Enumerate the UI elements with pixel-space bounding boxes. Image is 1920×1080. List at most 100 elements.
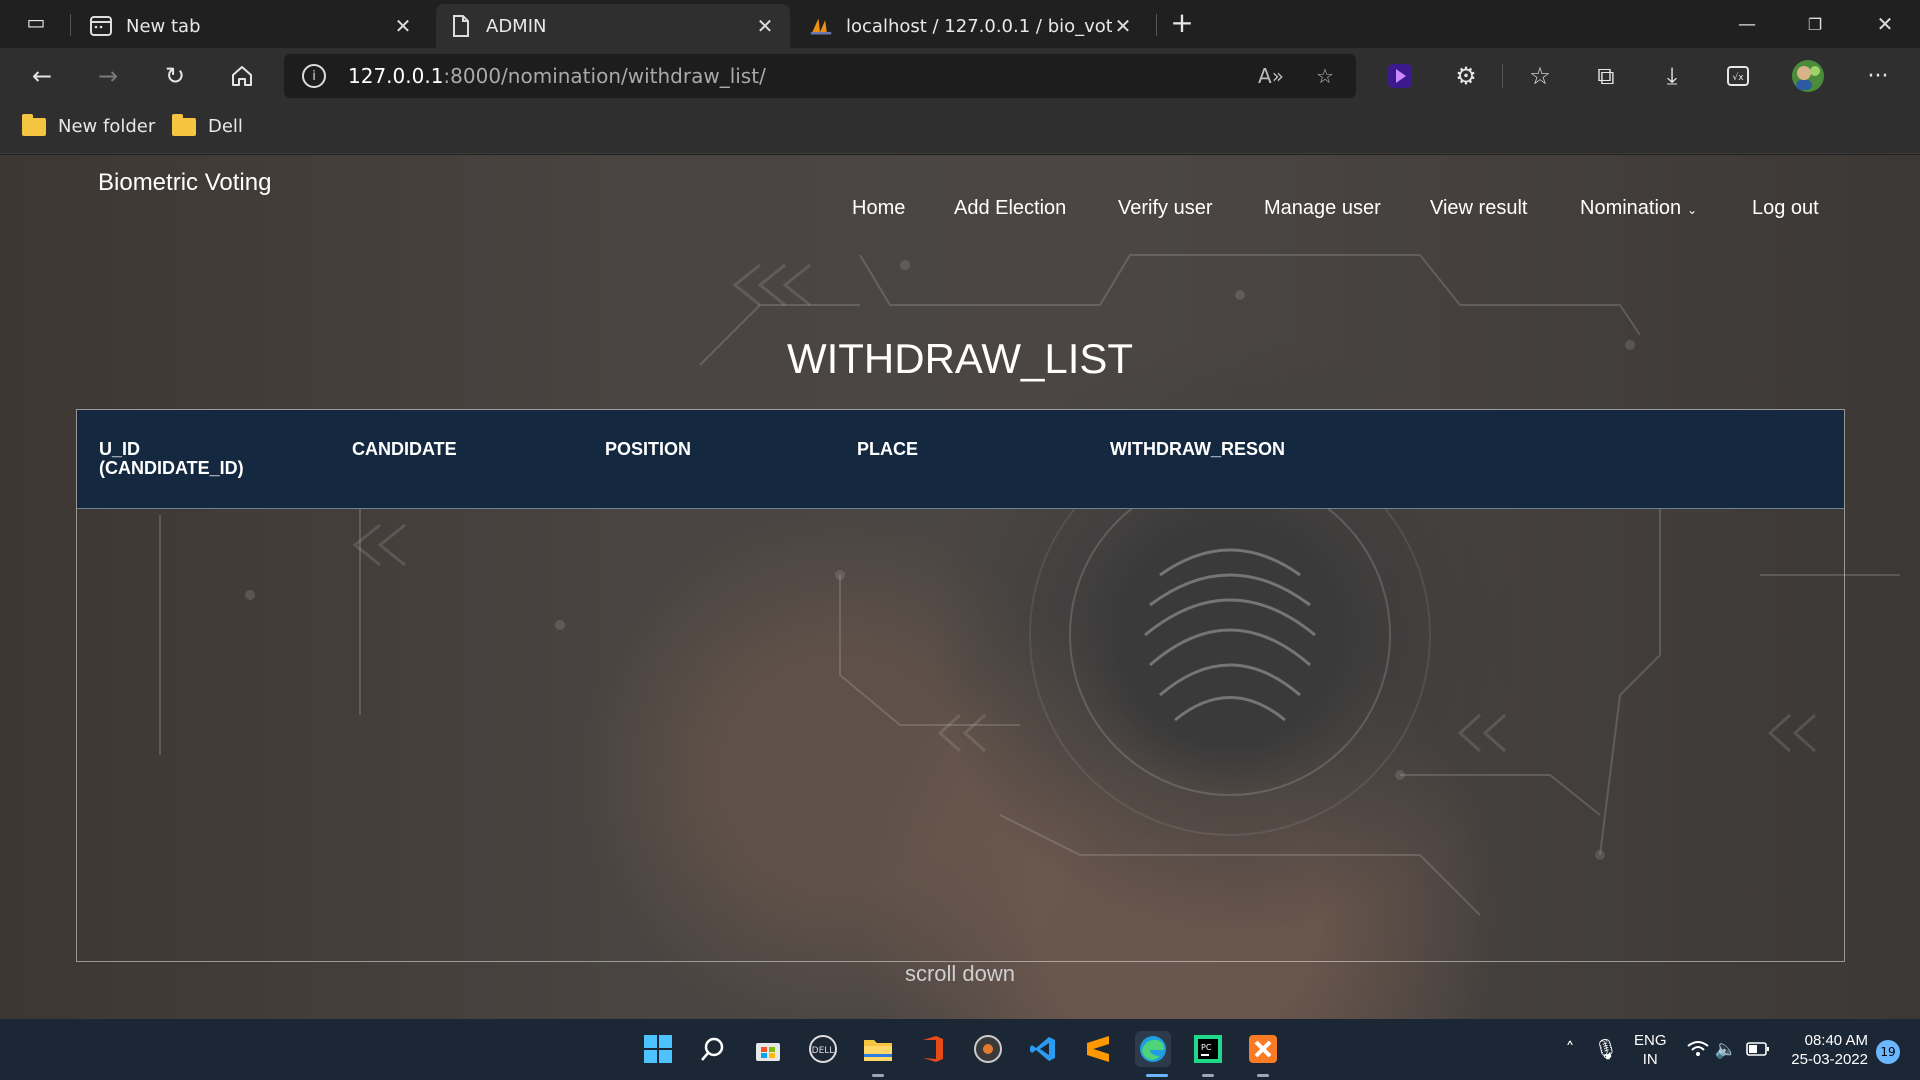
xampp-icon[interactable] xyxy=(1245,1031,1281,1067)
address-bar[interactable]: i 127.0.0.1:8000/nomination/withdraw_lis… xyxy=(284,54,1356,98)
svg-text:DELL: DELL xyxy=(812,1046,835,1056)
pycharm-icon[interactable]: PC xyxy=(1190,1031,1226,1067)
site-brand[interactable]: Biometric Voting xyxy=(98,169,271,197)
tab-phpmyadmin[interactable]: localhost / 127.0.0.1 / bio_voting ✕ xyxy=(796,4,1148,48)
file-explorer-icon[interactable] xyxy=(860,1031,896,1067)
running-indicator xyxy=(872,1074,884,1077)
tab-actions-icon[interactable]: ▭ xyxy=(16,4,56,40)
site-info-icon[interactable]: i xyxy=(302,64,326,88)
close-icon[interactable]: ✕ xyxy=(1112,14,1134,38)
tab-admin[interactable]: ADMIN ✕ xyxy=(436,4,790,48)
battery-icon[interactable] xyxy=(1740,1031,1776,1067)
nav-manage-user[interactable]: Manage user xyxy=(1264,197,1381,220)
tab-new-tab[interactable]: New tab ✕ xyxy=(76,4,428,48)
column-header-line: U_ID xyxy=(99,439,141,459)
media-icon[interactable] xyxy=(970,1031,1006,1067)
read-aloud-icon[interactable]: A» xyxy=(1256,62,1286,90)
table-header-row: U_ID (CANDIDATE_ID) CANDIDATE POSITION P… xyxy=(77,410,1844,509)
language-indicator[interactable]: ENG IN xyxy=(1634,1031,1667,1069)
minimize-icon[interactable]: — xyxy=(1724,6,1770,42)
scroll-hint: scroll down xyxy=(904,961,1016,986)
edge-icon[interactable] xyxy=(1135,1031,1171,1067)
svg-text:√x: √x xyxy=(1732,72,1744,83)
windows-start-icon[interactable] xyxy=(640,1031,676,1067)
extension-purple-icon[interactable] xyxy=(1380,58,1420,94)
more-options-icon[interactable]: ··· xyxy=(1858,58,1898,94)
office-icon[interactable] xyxy=(915,1031,951,1067)
close-icon[interactable]: ✕ xyxy=(392,14,414,38)
column-header-candidate: CANDIDATE xyxy=(352,439,457,459)
nav-nomination-label: Nomination xyxy=(1580,197,1682,219)
withdraw-table: U_ID (CANDIDATE_ID) CANDIDATE POSITION P… xyxy=(76,409,1845,962)
sublime-icon[interactable] xyxy=(1080,1031,1116,1067)
volume-icon[interactable]: 🔈 xyxy=(1708,1031,1744,1067)
page-viewport: Biometric Voting Home Add Election Verif… xyxy=(0,155,1920,1019)
tab-title: New tab xyxy=(126,15,201,37)
add-favorite-icon[interactable]: ☆ xyxy=(1310,62,1340,90)
store-icon[interactable] xyxy=(750,1031,786,1067)
nav-log-out[interactable]: Log out xyxy=(1752,197,1819,220)
clock-time: 08:40 AM xyxy=(1804,1032,1868,1049)
restore-icon[interactable]: ❐ xyxy=(1792,6,1838,42)
column-header-position: POSITION xyxy=(605,439,692,459)
tab-separator xyxy=(70,14,71,36)
page-icon xyxy=(450,15,472,37)
forward-arrow-icon[interactable]: → xyxy=(88,58,128,94)
download-icon[interactable]: ⤓ xyxy=(1652,58,1692,94)
bookmark-dell[interactable]: Dell xyxy=(172,113,243,137)
collections-icon[interactable]: ⧉ xyxy=(1586,58,1626,94)
active-indicator xyxy=(1146,1074,1168,1077)
tab-separator xyxy=(1156,14,1157,36)
notification-badge[interactable]: 19 xyxy=(1876,1040,1900,1064)
home-icon[interactable] xyxy=(222,58,262,94)
clock-date: 25-03-2022 xyxy=(1791,1051,1868,1068)
windows-taskbar: DELL PC ˄ 🎙 ENG IN 🔈 08:40 AM 25-03-2022 xyxy=(0,1019,1920,1080)
nav-add-election[interactable]: Add Election xyxy=(954,197,1066,220)
page-title: WITHDRAW_LIST xyxy=(786,335,1134,382)
favorites-icon[interactable]: ☆ xyxy=(1520,58,1560,94)
math-solver-icon[interactable]: √x xyxy=(1718,58,1758,94)
back-arrow-icon[interactable]: ← xyxy=(22,58,62,94)
new-tab-plus-icon[interactable]: + xyxy=(1162,4,1202,40)
nav-nomination-dropdown[interactable]: Nomination ⌄ xyxy=(1580,197,1697,220)
profile-avatar[interactable] xyxy=(1788,58,1828,94)
bookmark-label: New folder xyxy=(58,116,156,137)
clock[interactable]: 08:40 AM 25-03-2022 xyxy=(1784,1031,1868,1069)
nav-view-result[interactable]: View result xyxy=(1430,197,1527,220)
microphone-icon[interactable]: 🎙 xyxy=(1588,1031,1624,1067)
running-indicator xyxy=(1257,1074,1269,1077)
extensions-puzzle-icon[interactable]: ⚙ xyxy=(1446,58,1486,94)
nav-verify-user[interactable]: Verify user xyxy=(1118,197,1212,220)
reload-icon[interactable]: ↻ xyxy=(155,58,195,94)
newtab-icon xyxy=(90,15,112,37)
close-icon[interactable]: ✕ xyxy=(754,14,776,38)
folder-icon xyxy=(172,113,196,136)
toolbar-separator xyxy=(1502,64,1503,88)
dell-icon[interactable]: DELL xyxy=(805,1031,841,1067)
nav-home[interactable]: Home xyxy=(852,197,905,220)
chevron-down-icon: ⌄ xyxy=(1687,203,1698,217)
search-icon[interactable] xyxy=(695,1031,731,1067)
column-header-place: PLACE xyxy=(857,439,919,459)
bookmark-new-folder[interactable]: New folder xyxy=(22,113,156,137)
column-header-line: (CANDIDATE_ID) xyxy=(99,458,244,478)
show-hidden-icons-chevron-icon[interactable]: ˄ xyxy=(1552,1031,1588,1067)
window-close-icon[interactable]: ✕ xyxy=(1862,6,1908,42)
language-region: IN xyxy=(1642,1051,1658,1068)
folder-icon xyxy=(22,113,46,136)
running-indicator xyxy=(1202,1074,1214,1077)
url-host: 127.0.0.1 xyxy=(348,64,444,88)
language-code: ENG xyxy=(1634,1032,1667,1049)
phpmyadmin-icon xyxy=(810,15,832,37)
column-header-withdraw-reason: WITHDRAW_RESON xyxy=(1110,439,1285,459)
url-path: :8000/nomination/withdraw_list/ xyxy=(443,64,766,88)
browser-tab-bar: ▭ New tab ✕ ADMIN ✕ localhost / 127.0.0.… xyxy=(0,0,1920,48)
vscode-icon[interactable] xyxy=(1025,1031,1061,1067)
bookmark-label: Dell xyxy=(208,116,243,137)
browser-toolbar: ← → ↻ i 127.0.0.1:8000/nomination/withdr… xyxy=(0,48,1920,104)
column-header-uid: U_ID (CANDIDATE_ID) xyxy=(99,440,244,478)
svg-text:PC: PC xyxy=(1201,1043,1212,1052)
tab-title: ADMIN xyxy=(486,15,547,37)
bookmarks-bar: New folder Dell xyxy=(0,104,1920,154)
tab-title: localhost / 127.0.0.1 / bio_voting xyxy=(846,15,1112,37)
